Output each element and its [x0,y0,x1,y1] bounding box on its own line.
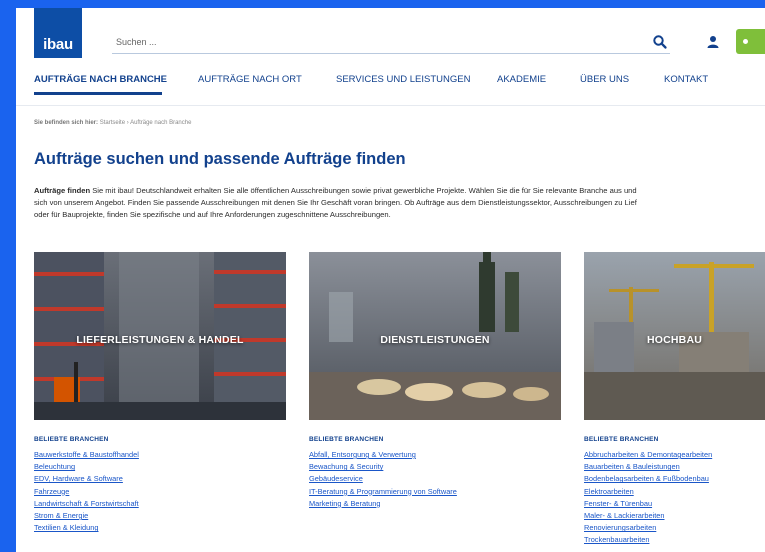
breadcrumb-prefix: Sie befinden sich hier: [34,120,99,126]
user-icon[interactable] [705,34,721,50]
search-icon[interactable] [652,34,668,50]
branch-link[interactable]: Elektroarbeiten [584,486,712,498]
branch-link[interactable]: Abfall, Entsorgung & Verwertung [309,449,457,461]
branch-link[interactable]: Marketing & Beratung [309,498,457,510]
popular-heading-col1: BELIEBTE BRANCHEN [34,436,109,443]
branch-link[interactable]: Textilien & Kleidung [34,522,139,534]
branch-link[interactable]: Fahrzeuge [34,486,139,498]
branch-link[interactable]: Renovierungsarbeiten [584,522,712,534]
popular-heading-col3: BELIEBTE BRANCHEN [584,436,659,443]
branch-link[interactable]: Bewachung & Security [309,461,457,473]
branch-link[interactable]: Trockenbauarbeiten [584,534,712,546]
intro-line-2: sich von unserem Angebot. Finden Sie pas… [34,198,637,207]
breadcrumb-item-startseite[interactable]: Startseite [100,120,125,126]
branch-link[interactable]: Bauwerkstoffe & Baustoffhandel [34,449,139,461]
breadcrumb-item-current: Aufträge nach Branche [130,120,192,126]
branch-link[interactable]: Maler- & Lackierarbeiten [584,510,712,522]
nav-item-ueber-uns[interactable]: ÜBER UNS [580,74,629,85]
branch-link[interactable]: IT-Beratung & Programmierung von Softwar… [309,486,457,498]
link-list-lieferleistungen: Bauwerkstoffe & Baustoffhandel Beleuchtu… [34,449,139,534]
breadcrumb-separator: › [126,120,129,126]
search-input[interactable] [112,32,632,52]
nav-item-services[interactable]: SERVICES UND LEISTUNGEN [336,74,470,85]
page-title: Aufträge suchen und passende Aufträge fi… [34,150,406,168]
nav-item-akademie[interactable]: AKADEMIE [497,74,546,85]
main-nav: AUFTRÄGE NACH BRANCHE AUFTRÄGE NACH ORT … [34,74,765,94]
branch-link[interactable]: Strom & Energie [34,510,139,522]
category-title-hochbau: HOCHBAU [646,334,703,346]
branch-link[interactable]: Fenster- & Türenbau [584,498,712,510]
category-card-hochbau[interactable]: HOCHBAU [584,252,765,420]
header-divider [16,105,765,106]
intro-line-3: oder für Bauprojekte, finden Sie spezifi… [34,210,391,219]
breadcrumb: Sie befinden sich hier: Startseite › Auf… [34,120,191,126]
popular-heading-col2: BELIEBTE BRANCHEN [309,436,384,443]
intro-line-1: Sie mit ibau! Deutschlandweit erhalten S… [90,186,637,195]
login-button[interactable] [736,29,765,54]
page: ibau AUFTRÄGE NACH BRANCHE AUFTRÄGE NACH… [16,8,765,552]
nav-item-auftraege-nach-branche[interactable]: AUFTRÄGE NACH BRANCHE [34,74,167,85]
branch-link[interactable]: EDV, Hardware & Software [34,473,139,485]
ibau-logo[interactable]: ibau [34,8,82,58]
link-list-hochbau: Abbrucharbeiten & Demontagearbeiten Baua… [584,449,712,547]
search-bar [112,32,670,54]
active-nav-indicator [34,92,162,95]
intro-bold: Aufträge finden [34,186,91,195]
branch-link[interactable]: Beleuchtung [34,461,139,473]
status-dot-icon [743,39,748,44]
nav-item-kontakt[interactable]: KONTAKT [664,74,708,85]
nav-item-auftraege-nach-ort[interactable]: AUFTRÄGE NACH ORT [198,74,302,85]
branch-link[interactable]: Landwirtschaft & Forstwirtschaft [34,498,139,510]
branch-link[interactable]: Gebäudeservice [309,473,457,485]
category-title-dienstleistungen: DIENSTLEISTUNGEN [380,334,490,346]
category-card-dienstleistungen[interactable]: DIENSTLEISTUNGEN [309,252,561,420]
category-card-lieferleistungen[interactable]: LIEFERLEISTUNGEN & HANDEL [34,252,286,420]
branch-link[interactable]: Abbrucharbeiten & Demontagearbeiten [584,449,712,461]
branch-link[interactable]: Bauarbeiten & Bauleistungen [584,461,712,473]
category-title-lieferleistungen: LIEFERLEISTUNGEN & HANDEL [76,334,244,346]
branch-link[interactable]: Bodenbelagsarbeiten & Fußbodenbau [584,473,712,485]
intro-text: Aufträge finden Sie mit ibau! Deutschlan… [34,185,765,221]
link-list-dienstleistungen: Abfall, Entsorgung & Verwertung Bewachun… [309,449,457,510]
logo-text: ibau [43,36,73,53]
